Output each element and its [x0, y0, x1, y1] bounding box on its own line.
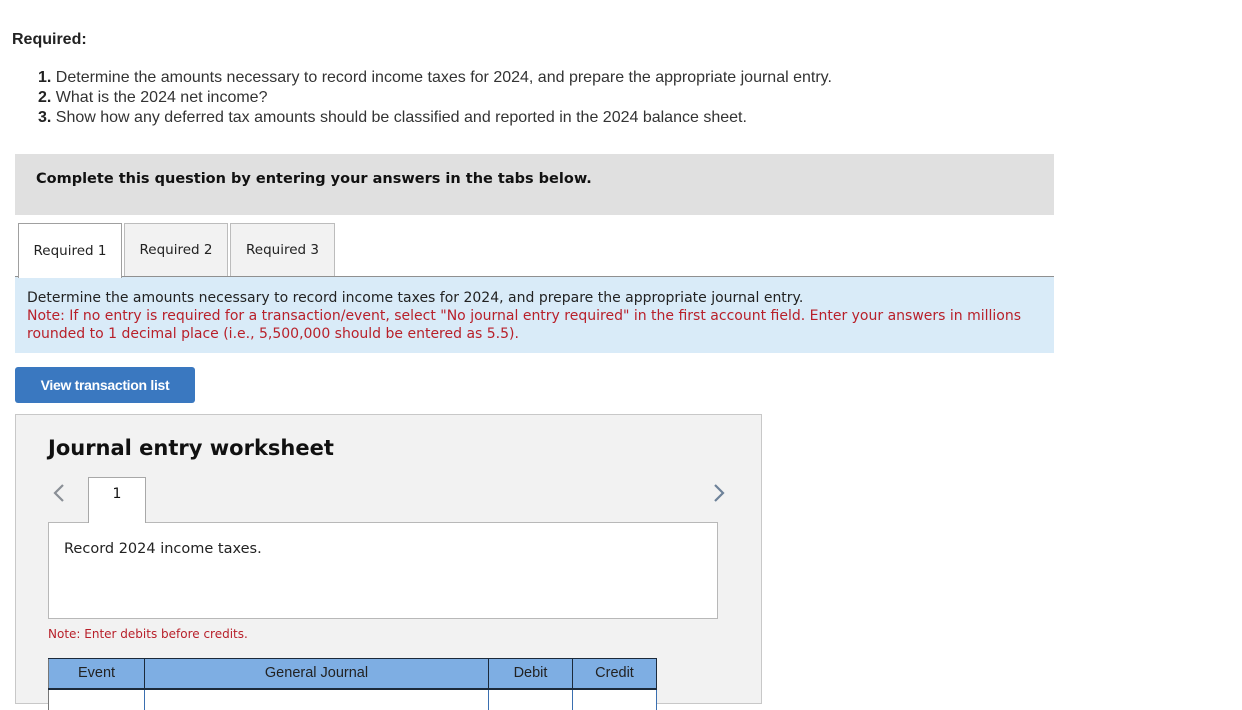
instruction-bar: Complete this question by entering your … [15, 154, 1054, 215]
column-header-event: Event [48, 658, 145, 690]
tab-required-3[interactable]: Required 3 [230, 223, 335, 276]
requirement-item: 1. Determine the amounts necessary to re… [38, 69, 832, 86]
entry-tab-1[interactable]: 1 [88, 477, 146, 523]
entry-description: Record 2024 income taxes. [64, 541, 262, 557]
chevron-left-icon[interactable] [52, 481, 66, 505]
debits-note: Note: Enter debits before credits. [48, 627, 248, 641]
column-header-debit: Debit [488, 658, 573, 690]
chevron-right-icon[interactable] [712, 481, 726, 505]
account-cell[interactable] [144, 688, 489, 710]
tab-required-2[interactable]: Required 2 [124, 223, 228, 276]
credit-cell[interactable] [572, 688, 657, 710]
column-header-credit: Credit [572, 658, 657, 690]
requirement-item: 2. What is the 2024 net income? [38, 89, 268, 106]
worksheet-title: Journal entry worksheet [48, 436, 334, 460]
journal-entry-worksheet: Journal entry worksheet 1 Record 2024 in… [15, 414, 762, 710]
event-cell [48, 688, 145, 710]
view-transaction-list-button[interactable]: View transaction list [15, 367, 195, 403]
debit-cell[interactable] [488, 688, 573, 710]
entry-description-box: Record 2024 income taxes. [48, 522, 718, 619]
task-description: Determine the amounts necessary to recor… [27, 290, 804, 306]
tab-required-1[interactable]: Required 1 [18, 223, 122, 278]
required-heading: Required: [12, 31, 87, 48]
requirement-item: 3. Show how any deferred tax amounts sho… [38, 109, 747, 126]
task-note: Note: If no entry is required for a tran… [27, 308, 1022, 342]
task-panel: Determine the amounts necessary to recor… [15, 277, 1054, 353]
requirements-list: 1. Determine the amounts necessary to re… [38, 68, 832, 128]
instruction-text: Complete this question by entering your … [36, 171, 592, 187]
column-header-general-journal: General Journal [144, 658, 489, 690]
table-row [48, 688, 657, 710]
journal-table: Event General Journal Debit Credit [48, 658, 657, 710]
